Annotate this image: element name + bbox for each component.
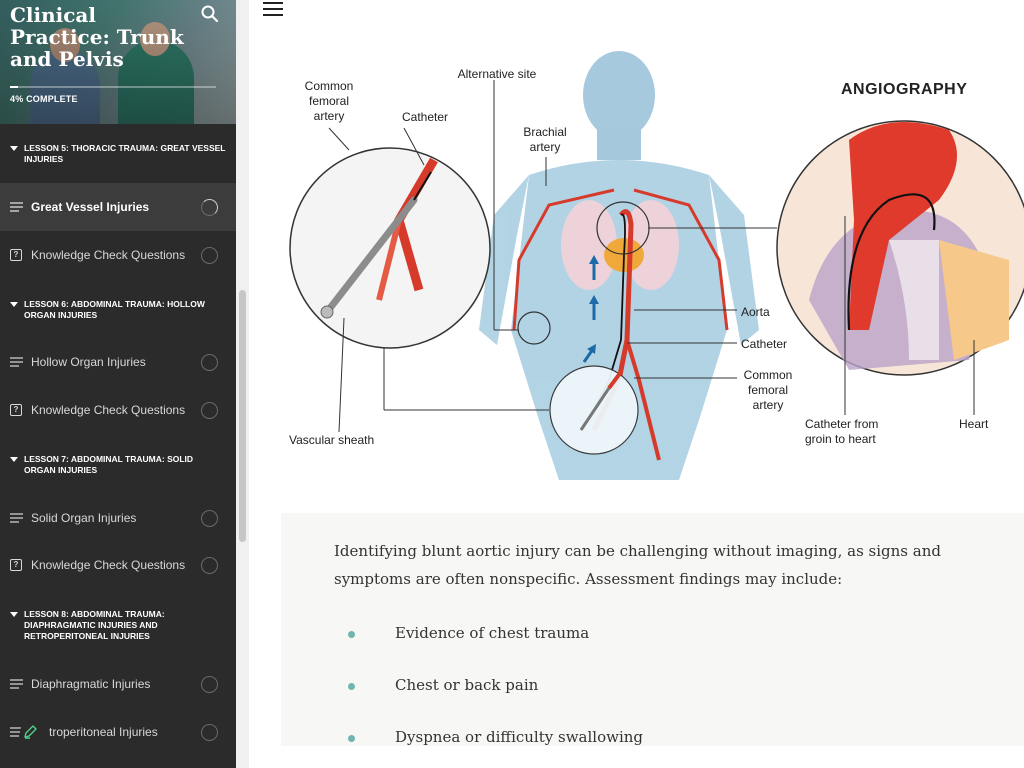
not-started-status-icon [201,401,218,419]
label-catheter-top: Catheter [401,110,449,124]
quiz-icon: ? [10,559,22,571]
course-progress-fill [10,86,19,88]
edit-pencil-icon[interactable] [20,722,40,742]
lesson-title: LESSON 6: ABDOMINAL TRAUMA: HOLLOW ORGAN… [24,299,205,320]
label-aorta: Aorta [741,305,770,319]
caret-down-icon [10,457,18,462]
bullet-dot-icon [348,735,355,742]
quiz-icon: ? [10,404,22,416]
lesson-title: LESSON 8: ABDOMINAL TRAUMA: DIAPHRAGMATI… [24,609,165,641]
not-started-status-icon [201,556,218,574]
nav-item-diaphragmatic-injuries[interactable]: Diaphragmatic Injuries [0,660,236,708]
lesson-header-6[interactable]: LESSON 6: ABDOMINAL TRAUMA: HOLLOW ORGAN… [0,299,236,321]
lesson-header-7[interactable]: LESSON 7: ABDOMINAL TRAUMA: SOLID ORGAN … [0,454,236,476]
label-vascular-sheath: Vascular sheath [289,433,375,447]
bullet-dot-icon [348,683,355,690]
lesson-header-5[interactable]: LESSON 5: THORACIC TRAUMA: GREAT VESSEL … [0,143,236,165]
nav-item-knowledge-check-5[interactable]: ? Knowledge Check Questions [0,231,236,279]
nav-item-label: troperitoneal Injuries [49,725,158,739]
sidebar-scrollbar[interactable] [236,0,249,768]
nav-item-label: Knowledge Check Questions [31,558,186,572]
in-progress-status-icon [201,198,218,216]
lesson-text-panel: Identifying blunt aortic injury can be c… [281,513,1024,746]
nav-item-great-vessel-injuries[interactable]: Great Vessel Injuries [0,183,236,231]
label-common-femoral-artery-left: Common femoral artery [304,79,354,123]
course-progress-bar [10,86,216,88]
lesson-header-8[interactable]: LESSON 8: ABDOMINAL TRAUMA: DIAPHRAGMATI… [0,609,236,642]
sidebar-scroll-thumb[interactable] [239,290,246,542]
intro-paragraph: Identifying blunt aortic injury can be c… [334,542,941,588]
lesson-title: LESSON 5: THORACIC TRAUMA: GREAT VESSEL … [24,143,226,164]
nav-item-knowledge-check-7[interactable]: ? Knowledge Check Questions [0,541,236,589]
course-hero-image: Clinical Practice: Trunk and Pelvis 4% C… [0,0,236,124]
nav-item-hollow-organ-injuries[interactable]: Hollow Organ Injuries [0,338,236,386]
label-catheter-right: Catheter [741,337,788,351]
nav-item-label: Solid Organ Injuries [31,511,137,525]
search-icon[interactable] [200,4,220,24]
label-common-femoral-artery-right: Common femoral artery [743,368,793,412]
course-sidebar: Clinical Practice: Trunk and Pelvis 4% C… [0,0,236,768]
lesson-lines-icon [10,513,23,523]
caret-down-icon [10,612,18,617]
not-started-status-icon [201,675,218,693]
angiography-illustration [289,51,1024,480]
nav-item-label: Diaphragmatic Injuries [31,677,151,691]
lesson-lines-icon [10,202,23,212]
label-brachial-artery: Brachial artery [523,125,567,154]
lesson-content: Common femoral artery Catheter Alternati… [249,0,1024,768]
not-started-status-icon [201,246,218,264]
label-alternative-site: Alternative site [457,67,537,81]
bullet-text: Dyspnea or difficulty swallowing [395,728,644,746]
quiz-icon: ? [10,249,22,261]
nav-item-label: Hollow Organ Injuries [31,355,146,369]
label-heart: Heart [959,417,989,431]
lesson-lines-icon [10,679,23,689]
nav-item-label: Knowledge Check Questions [31,403,186,417]
nav-item-label: Great Vessel Injuries [31,200,150,214]
nav-item-label: Knowledge Check Questions [31,248,186,262]
nav-item-solid-organ-injuries[interactable]: Solid Organ Injuries [0,494,236,542]
not-started-status-icon [201,509,218,527]
nav-item-knowledge-check-6[interactable]: ? Knowledge Check Questions [0,386,236,434]
angiography-title: ANGIOGRAPHY [841,81,968,98]
app-window: Clinical Practice: Trunk and Pelvis 4% C… [0,0,1024,768]
label-catheter-from-groin: Catheter from groin to heart [805,417,879,446]
bullet-text: Evidence of chest trauma [395,624,590,642]
lesson-lines-icon [10,357,23,367]
not-started-status-icon [201,353,218,371]
bullet-dot-icon [348,631,355,638]
not-started-status-icon [201,723,218,741]
bullet-text: Chest or back pain [395,676,539,694]
caret-down-icon [10,146,18,151]
course-title: Clinical Practice: Trunk and Pelvis [10,3,184,71]
course-progress-label: 4% COMPLETE [10,94,78,104]
lesson-title: LESSON 7: ABDOMINAL TRAUMA: SOLID ORGAN … [24,454,194,475]
caret-down-icon [10,302,18,307]
